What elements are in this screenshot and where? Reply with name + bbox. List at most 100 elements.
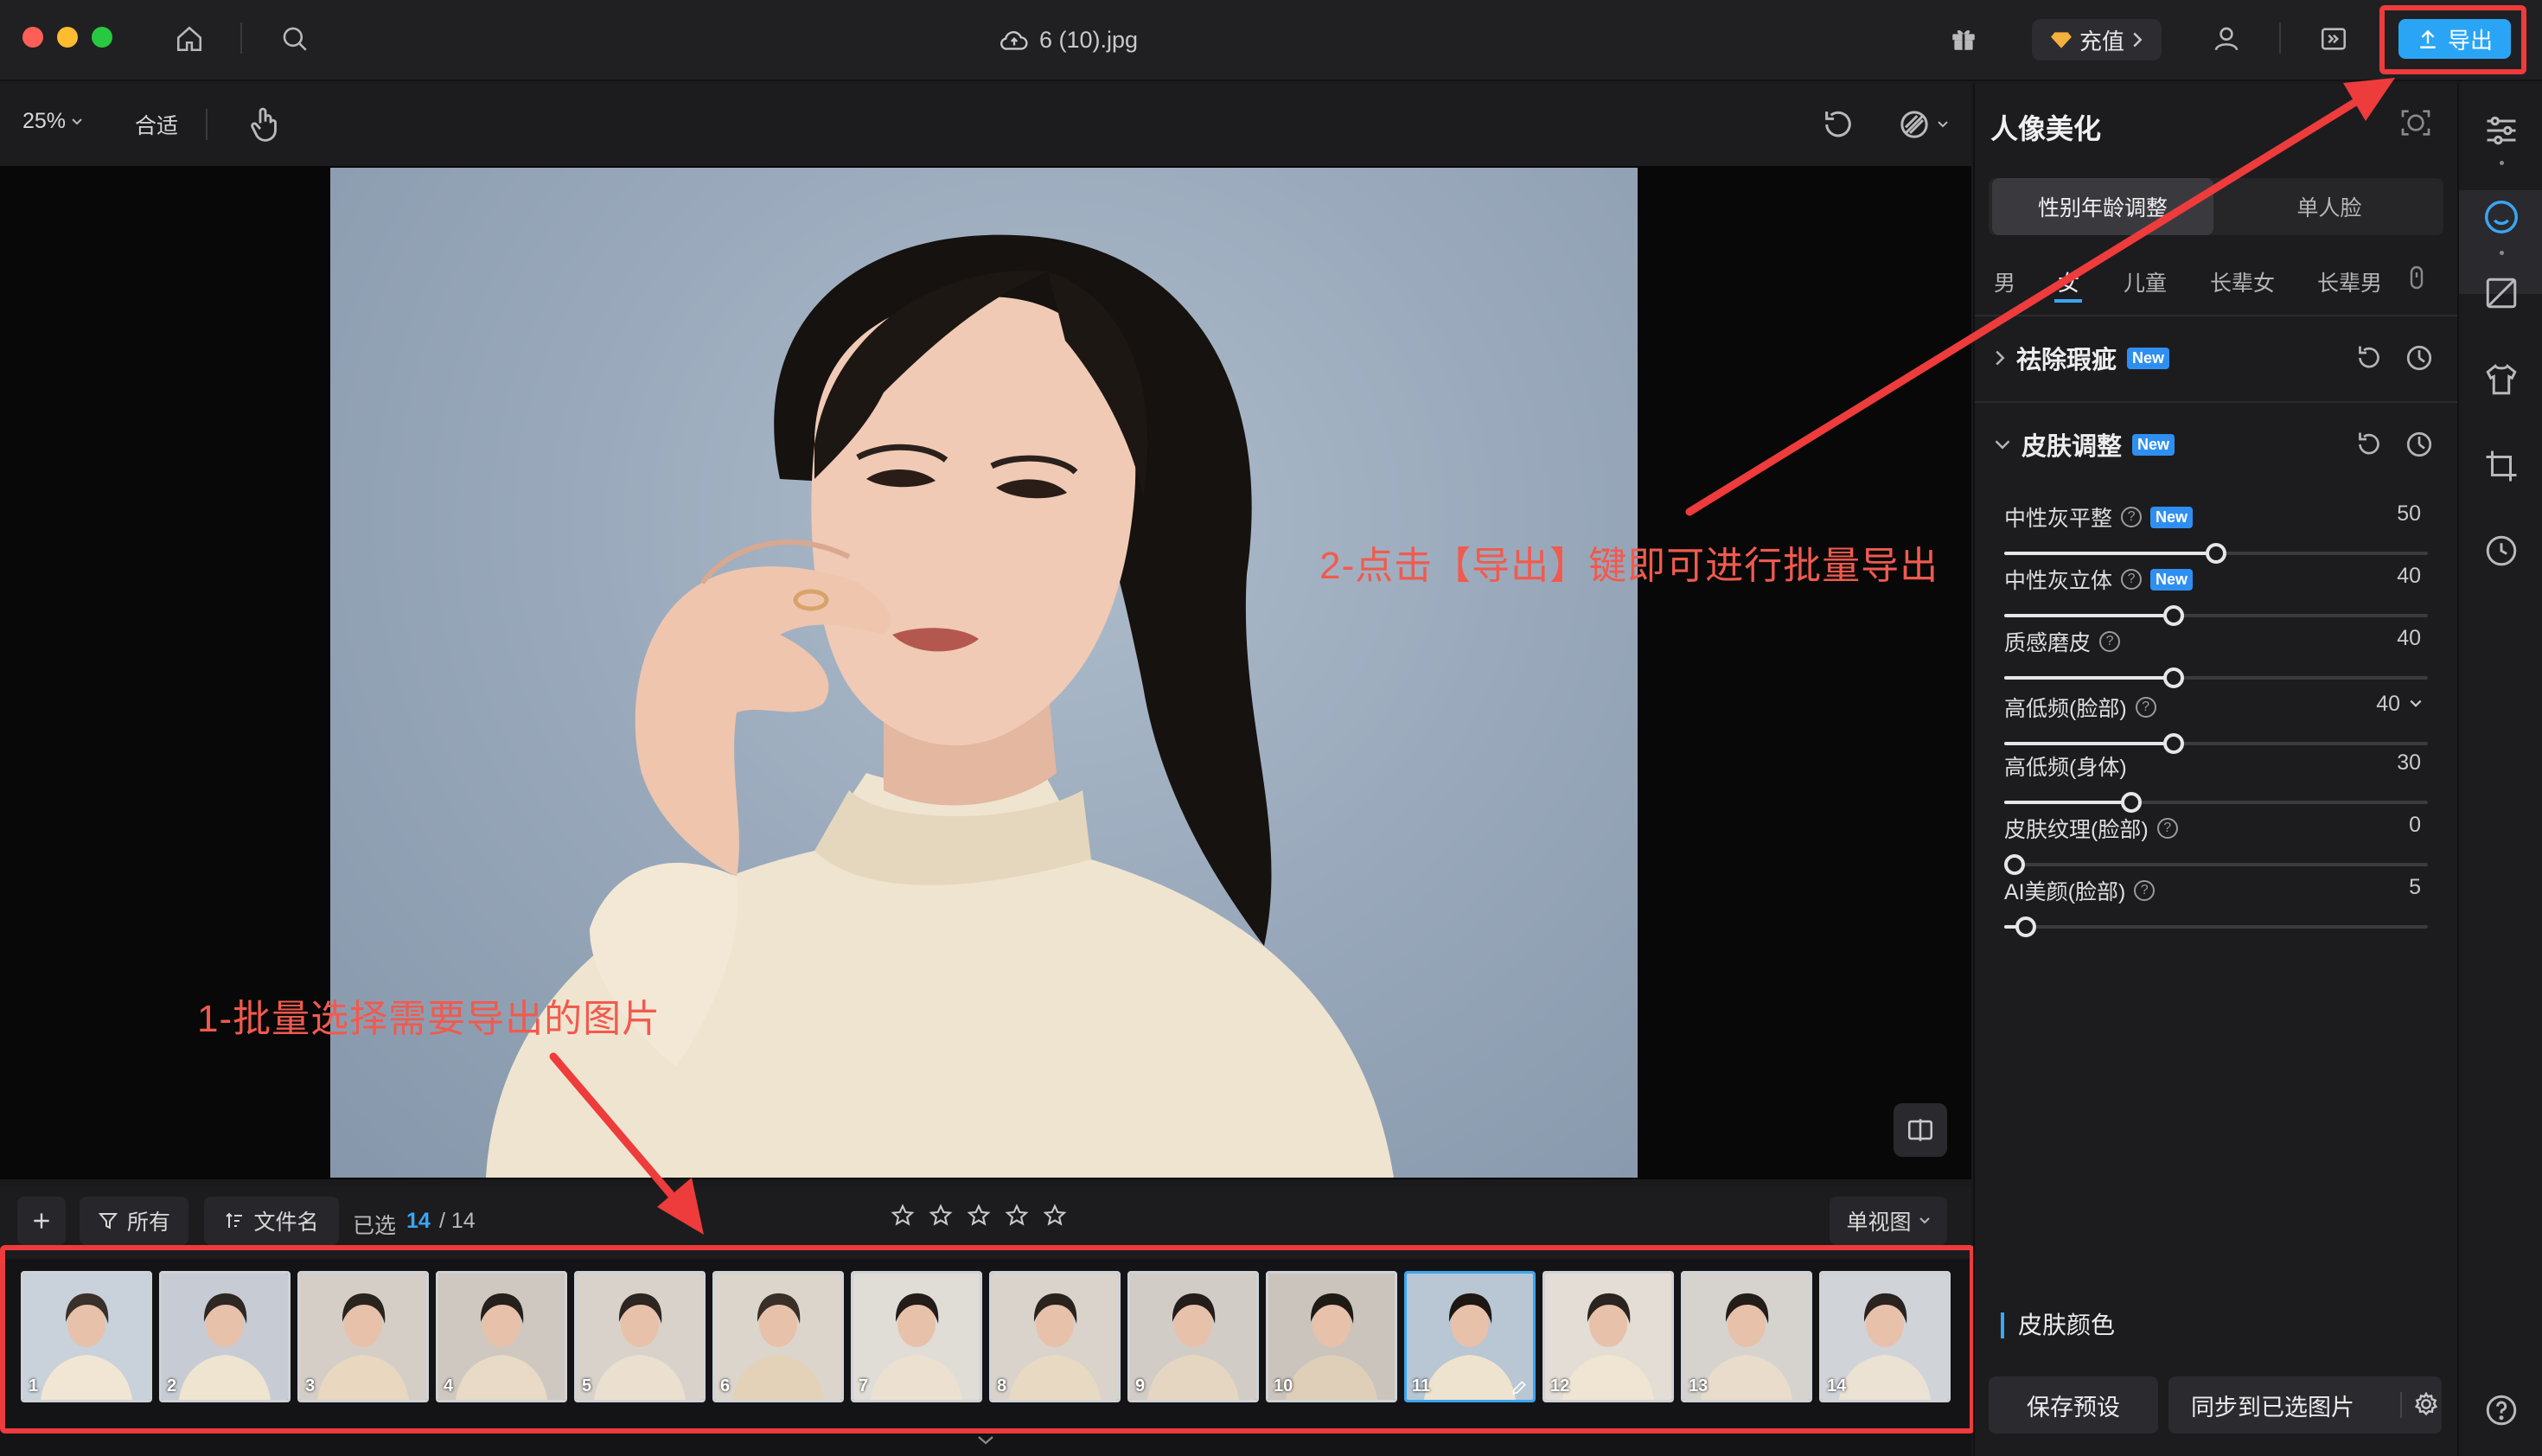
slider-value[interactable]: 5 xyxy=(2409,875,2421,900)
subtab-child[interactable]: 儿童 xyxy=(2124,266,2167,297)
slider-handle[interactable] xyxy=(2206,543,2226,564)
slider-handle[interactable] xyxy=(2163,667,2184,688)
thumbnail-item[interactable]: 1 xyxy=(21,1271,152,1402)
slider-fill xyxy=(2004,552,2216,555)
minimize-window-button[interactable] xyxy=(57,27,78,48)
help-icon[interactable]: ? xyxy=(2121,569,2143,590)
toggle-preview-icon[interactable] xyxy=(2404,342,2435,374)
slider-handle[interactable] xyxy=(2004,854,2025,875)
subtab-elder-female[interactable]: 长辈女 xyxy=(2210,266,2275,297)
reset-icon[interactable] xyxy=(2354,429,2385,460)
thumbnail-item[interactable]: 6 xyxy=(712,1271,844,1402)
section-skin[interactable]: 皮肤调整 New xyxy=(1994,427,2175,462)
subtab-female[interactable]: 女 xyxy=(2058,266,2079,297)
help-icon[interactable]: ? xyxy=(2134,880,2156,901)
hand-tool-icon[interactable] xyxy=(247,105,282,144)
thumbnail-item[interactable]: 8 xyxy=(989,1271,1121,1402)
help-icon[interactable]: ? xyxy=(2156,818,2178,839)
face-beauty-icon[interactable] xyxy=(2478,194,2525,240)
rating-star-icon[interactable] xyxy=(1005,1204,1029,1228)
sync-to-selected-button[interactable]: 同步到已选图片 xyxy=(2168,1376,2442,1434)
rating-star-icon[interactable] xyxy=(967,1204,991,1228)
thumbnail-item[interactable]: 14 xyxy=(1819,1271,1951,1402)
subtab-male[interactable]: 男 xyxy=(1994,266,2015,297)
mask-mode-select[interactable] xyxy=(1897,107,1949,142)
slider-handle[interactable] xyxy=(2163,605,2184,626)
user-icon[interactable] xyxy=(2207,19,2246,59)
thumbnail-item[interactable]: 2 xyxy=(159,1271,291,1402)
collapse-filmstrip-icon[interactable] xyxy=(975,1434,996,1447)
slider-track[interactable] xyxy=(2004,916,2428,937)
gift-icon[interactable] xyxy=(1944,19,1983,59)
crop-icon[interactable] xyxy=(2478,443,2525,489)
sliders-icon[interactable] xyxy=(2478,107,2525,154)
rotate-icon[interactable] xyxy=(1821,107,1855,142)
rating-star-icon[interactable] xyxy=(891,1204,915,1228)
slider-track[interactable] xyxy=(2004,667,2428,688)
sort-button[interactable]: 文件名 xyxy=(204,1197,339,1245)
toggle-preview-icon[interactable] xyxy=(2404,429,2435,460)
recharge-button[interactable]: 充值 xyxy=(2032,19,2162,61)
thumbnail-number: 7 xyxy=(859,1376,869,1395)
save-preset-button[interactable]: 保存预设 xyxy=(1989,1376,2158,1434)
help-icon[interactable]: ? xyxy=(2099,631,2121,652)
sidebar-toggle-icon[interactable] xyxy=(2314,19,2354,59)
section-skin-color[interactable]: 皮肤颜色 xyxy=(2001,1312,2115,1338)
slider-handle[interactable] xyxy=(2121,792,2142,813)
section-blemish[interactable]: 祛除瑕疵 New xyxy=(1994,341,2170,375)
reset-icon[interactable] xyxy=(2354,342,2385,374)
fit-button[interactable]: 合适 xyxy=(135,109,178,140)
subtab-elder-male[interactable]: 长辈男 xyxy=(2317,266,2382,297)
divider xyxy=(1975,401,2459,403)
filter-label: 所有 xyxy=(126,1210,170,1235)
diamond-icon xyxy=(2051,32,2072,48)
rating-star-icon[interactable] xyxy=(1043,1204,1067,1228)
filter-button[interactable]: 所有 xyxy=(80,1197,188,1245)
slider-handle[interactable] xyxy=(2015,916,2036,937)
slider-value[interactable]: 40 xyxy=(2376,692,2400,717)
thumbnail-item[interactable]: 3 xyxy=(297,1271,429,1402)
thumbnail-item[interactable]: 10 xyxy=(1266,1271,1397,1402)
close-window-button[interactable] xyxy=(22,27,43,48)
thumbnail-item[interactable]: 5 xyxy=(574,1271,706,1402)
add-images-button[interactable] xyxy=(17,1197,66,1245)
slider-track[interactable] xyxy=(2004,792,2428,813)
exposure-icon[interactable] xyxy=(2478,270,2525,316)
search-icon[interactable] xyxy=(275,19,315,59)
slider-track[interactable] xyxy=(2004,854,2428,875)
image-canvas[interactable]: 1-批量选择需要导出的图片 2-点击【导出】键即可进行批量导出 xyxy=(0,166,1971,1179)
help-icon[interactable]: ? xyxy=(2121,507,2143,527)
thumbnail-item[interactable]: 12 xyxy=(1542,1271,1674,1402)
slider-value[interactable]: 40 xyxy=(2397,564,2421,589)
history-icon[interactable] xyxy=(2478,527,2525,574)
export-button[interactable]: 导出 xyxy=(2398,19,2511,59)
tab-single-face[interactable]: 单人脸 xyxy=(2219,178,2440,235)
home-icon[interactable] xyxy=(169,19,209,59)
slider-value[interactable]: 30 xyxy=(2397,750,2421,776)
rating-star-icon[interactable] xyxy=(929,1204,953,1228)
thumbnail-item[interactable]: 13 xyxy=(1681,1271,1812,1402)
face-detect-icon[interactable] xyxy=(2398,105,2433,140)
slider-value[interactable]: 50 xyxy=(2397,501,2421,527)
tab-gender-age[interactable]: 性别年龄调整 xyxy=(1992,178,2213,235)
tool-rail xyxy=(2457,83,2542,1456)
chevron-down-icon[interactable] xyxy=(2409,699,2423,709)
more-icon[interactable] xyxy=(2409,265,2424,291)
thumbnail-item[interactable]: 7 xyxy=(851,1271,982,1402)
slider-value[interactable]: 0 xyxy=(2409,813,2421,838)
maximize-window-button[interactable] xyxy=(92,27,112,48)
help-icon[interactable] xyxy=(2478,1387,2525,1434)
slider-value[interactable]: 40 xyxy=(2397,626,2421,651)
shirt-icon[interactable] xyxy=(2478,356,2525,403)
slider-track[interactable] xyxy=(2004,605,2428,626)
zoom-select[interactable]: 25% xyxy=(22,109,83,134)
view-mode-select[interactable]: 单视图 xyxy=(1830,1197,1947,1245)
slider-track[interactable] xyxy=(2004,543,2428,564)
thumbnail-item[interactable]: 11 xyxy=(1404,1271,1536,1402)
help-icon[interactable]: ? xyxy=(2135,697,2156,718)
thumbnail-item[interactable]: 9 xyxy=(1127,1271,1259,1402)
slider-track[interactable] xyxy=(2004,733,2428,754)
compare-view-button[interactable] xyxy=(1894,1103,1947,1157)
slider-handle[interactable] xyxy=(2163,733,2184,754)
thumbnail-item[interactable]: 4 xyxy=(436,1271,567,1402)
